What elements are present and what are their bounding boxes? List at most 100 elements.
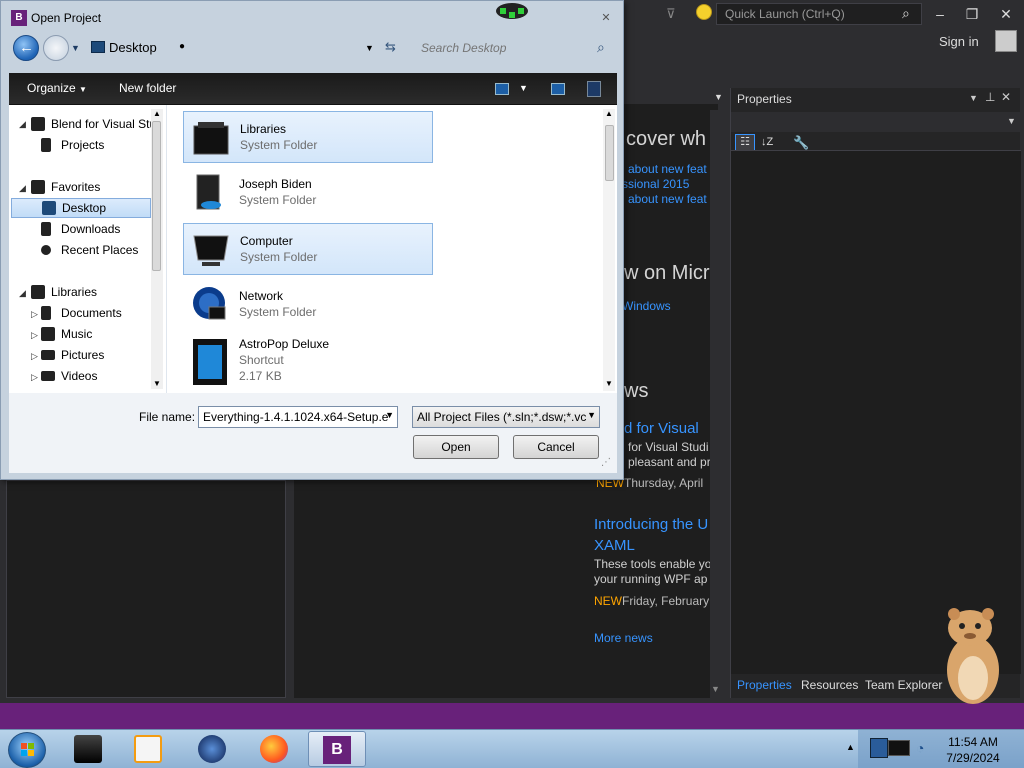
volume-tray-icon[interactable]: ◔ bbox=[916, 740, 924, 756]
nav-item-downloads[interactable]: Downloads bbox=[41, 220, 161, 240]
maximize-button[interactable]: ❐ bbox=[962, 5, 982, 25]
news2-title-line1[interactable]: Introducing the U bbox=[594, 516, 708, 533]
search-icon[interactable]: ⌕ bbox=[597, 39, 605, 56]
view-dropdown-icon[interactable]: ▼ bbox=[519, 83, 528, 93]
sign-in-link[interactable]: Sign in bbox=[939, 34, 979, 49]
view-options-icon[interactable] bbox=[495, 83, 509, 95]
network-tray-icon[interactable] bbox=[870, 738, 888, 758]
file-item-network[interactable]: Network System Folder bbox=[183, 279, 433, 331]
file-name-field[interactable]: Everything-1.4.1.1024.x64-Setup.e ▼ bbox=[198, 406, 398, 428]
command-bar: Organize ▼ New folder ▼ bbox=[9, 73, 617, 105]
collapsed-arrow-icon[interactable]: ▷ bbox=[31, 372, 38, 383]
search-input[interactable] bbox=[413, 37, 615, 59]
new-folder-button[interactable]: New folder bbox=[119, 81, 176, 95]
expand-arrow-icon[interactable]: ◢ bbox=[19, 119, 26, 130]
refresh-icon[interactable]: ⇆ bbox=[385, 39, 396, 55]
tab-team-explorer[interactable]: Team Explorer bbox=[865, 678, 942, 692]
file-item-computer[interactable]: Computer System Folder bbox=[183, 223, 433, 275]
file-name: Joseph Biden bbox=[239, 177, 312, 191]
history-dropdown-icon[interactable]: ▼ bbox=[71, 43, 80, 53]
tab-resources[interactable]: Resources bbox=[801, 678, 858, 692]
start-button[interactable] bbox=[8, 732, 46, 768]
nav-item-blend[interactable]: Blend for Visual Stu bbox=[31, 115, 166, 135]
organize-button[interactable]: Organize ▼ bbox=[27, 81, 87, 95]
more-news-link[interactable]: More news bbox=[594, 631, 653, 645]
collapsed-arrow-icon[interactable]: ▷ bbox=[31, 309, 38, 320]
filter-icon[interactable]: ⊽ bbox=[666, 6, 676, 22]
back-button[interactable]: ← bbox=[13, 35, 39, 61]
wrench-icon[interactable]: 🔧 bbox=[793, 135, 809, 151]
taskbar-media-player[interactable] bbox=[122, 731, 174, 767]
tray-expand-icon[interactable]: ▲ bbox=[846, 742, 855, 752]
scroll-down-icon[interactable]: ▼ bbox=[711, 684, 720, 694]
start-page-scrollbar[interactable] bbox=[710, 110, 720, 700]
chevron-down-icon[interactable]: ▼ bbox=[385, 410, 394, 420]
search-icon[interactable]: ⌕ bbox=[902, 5, 910, 22]
scroll-down-icon[interactable]: ▼ bbox=[153, 379, 161, 388]
file-item-libraries[interactable]: Libraries System Folder bbox=[183, 111, 433, 163]
nav-scroll-thumb[interactable] bbox=[152, 121, 161, 271]
nav-item-recent-places[interactable]: Recent Places bbox=[41, 241, 161, 261]
file-item-joseph-biden[interactable]: Joseph Biden System Folder bbox=[183, 167, 433, 219]
news-heading: ws bbox=[624, 380, 649, 402]
windows-link[interactable]: Windows bbox=[622, 299, 671, 313]
preview-pane-icon[interactable] bbox=[551, 83, 565, 95]
chevron-down-icon[interactable]: ▼ bbox=[1007, 116, 1016, 126]
tab-properties[interactable]: Properties bbox=[737, 678, 792, 692]
expand-arrow-icon[interactable]: ◢ bbox=[19, 288, 26, 299]
nav-item-favorites[interactable]: Favorites bbox=[31, 178, 151, 198]
taskbar-globe[interactable] bbox=[186, 731, 238, 767]
address-dropdown-icon[interactable]: ▼ bbox=[365, 43, 374, 53]
nav-item-libraries[interactable]: Libraries bbox=[31, 283, 151, 303]
forward-button[interactable] bbox=[43, 35, 69, 61]
monitor-tray-icon[interactable] bbox=[888, 740, 910, 756]
avatar[interactable] bbox=[995, 30, 1017, 52]
file-item-astropop[interactable]: AstroPop Deluxe Shortcut 2.17 KB bbox=[183, 333, 433, 391]
nav-item-desktop[interactable]: Desktop bbox=[11, 198, 151, 218]
smiley-feedback-icon[interactable] bbox=[696, 4, 712, 20]
breadcrumb-separator-icon[interactable]: ● bbox=[179, 41, 185, 52]
chevron-down-icon[interactable]: ▼ bbox=[587, 410, 596, 420]
file-type-select[interactable]: All Project Files (*.sln;*.dsw;*.vc ▼ bbox=[412, 406, 600, 428]
collapsed-arrow-icon[interactable]: ▷ bbox=[31, 330, 38, 341]
nav-item-projects[interactable]: Projects bbox=[41, 136, 161, 156]
desktop-icon bbox=[42, 201, 56, 215]
sort-alpha-icon[interactable]: ↓Z bbox=[761, 136, 773, 148]
file-scroll-thumb[interactable] bbox=[605, 125, 614, 181]
scroll-up-icon[interactable]: ▲ bbox=[605, 109, 613, 118]
panel-menu-icon[interactable]: ▼ bbox=[969, 93, 978, 103]
properties-selector[interactable]: ▼ bbox=[731, 112, 1021, 132]
close-button[interactable]: ✕ bbox=[996, 5, 1016, 25]
pin-icon[interactable]: ⊥ bbox=[985, 90, 995, 104]
open-button[interactable]: Open bbox=[413, 435, 499, 459]
collapsed-arrow-icon[interactable]: ▷ bbox=[31, 351, 38, 362]
address-bar[interactable]: Desktop ● ▼ bbox=[87, 37, 379, 59]
file-list-scrollbar[interactable]: ▲ ▼ bbox=[603, 109, 615, 391]
quick-launch-input[interactable]: Quick Launch (Ctrl+Q) bbox=[716, 3, 922, 25]
learn-link-3[interactable]: about new feat bbox=[628, 192, 707, 206]
minimize-button[interactable]: – bbox=[930, 5, 950, 25]
help-icon[interactable] bbox=[587, 81, 601, 97]
scroll-down-icon[interactable]: ▼ bbox=[605, 379, 613, 388]
news2-title-line2[interactable]: XAML bbox=[594, 537, 635, 554]
clock[interactable]: 11:54 AM 7/29/2024 bbox=[944, 734, 1002, 766]
learn-link-2[interactable]: ssional 2015 bbox=[622, 177, 689, 191]
resize-grip-icon[interactable]: ⋰ bbox=[601, 457, 611, 468]
dialog-close-button[interactable]: ✕ bbox=[599, 11, 613, 25]
nav-item-pictures[interactable]: Pictures bbox=[41, 346, 161, 366]
taskbar-blend[interactable]: B bbox=[308, 731, 366, 767]
learn-link-1[interactable]: about new feat bbox=[628, 162, 707, 176]
scroll-up-icon[interactable]: ▲ bbox=[153, 109, 161, 118]
taskbar-firefox[interactable] bbox=[248, 731, 300, 767]
news1-title[interactable]: d for Visual bbox=[624, 420, 699, 437]
nav-item-music[interactable]: Music bbox=[41, 325, 161, 345]
cancel-button[interactable]: Cancel bbox=[513, 435, 599, 459]
nav-item-videos[interactable]: Videos bbox=[41, 367, 161, 387]
hamster-sticker-icon bbox=[947, 608, 999, 704]
dropdown-arrow-icon[interactable]: ▼ bbox=[714, 92, 723, 102]
expand-arrow-icon[interactable]: ◢ bbox=[19, 183, 26, 194]
panel-close-icon[interactable]: ✕ bbox=[1001, 90, 1011, 104]
nav-item-documents[interactable]: Documents bbox=[41, 304, 161, 324]
taskbar-explorer[interactable] bbox=[62, 731, 114, 767]
navigation-scrollbar[interactable]: ▲ ▼ bbox=[151, 109, 163, 389]
